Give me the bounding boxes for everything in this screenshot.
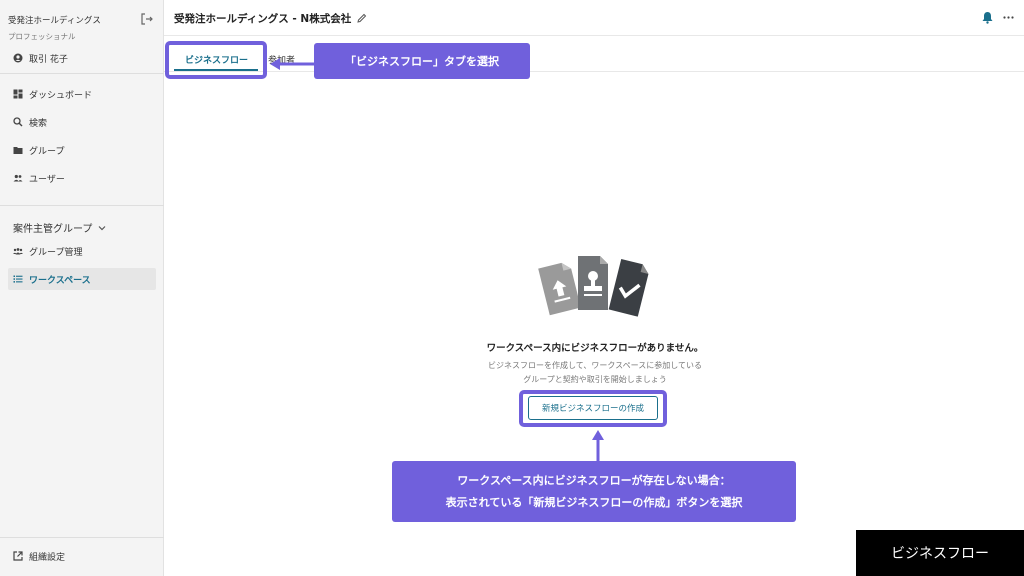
bell-icon[interactable] [981,11,994,24]
documents-illustration-icon [538,256,649,317]
sidebar-item-group-management[interactable]: グループ管理 [8,240,156,262]
sidebar-item-workspace[interactable]: ワークスペース [8,268,156,290]
more-icon[interactable] [1003,12,1014,23]
sidebar-item-users[interactable]: ユーザー [8,167,156,189]
page-title-text: 受発注ホールディングス - N株式会社 [174,13,352,25]
callout-tab: 「ビジネスフロー」タブを選択 [314,43,530,79]
arrow-left-icon [270,58,316,70]
pencil-icon[interactable] [356,13,367,24]
divider [0,73,164,74]
sidebar-item-org-settings[interactable]: 組織設定 [8,545,156,567]
sidebar-item-group[interactable]: グループ [8,139,156,161]
callout-button: ワークスペース内にビジネスフローが存在しない場合： 表示されている「新規ビジネス… [392,461,796,522]
empty-state-desc-line: ビジネスフローを作成して、ワークスペースに参加している [488,361,702,370]
divider [0,537,164,538]
sidebar-item-label: グループ管理 [29,247,83,258]
section-label: ビジネスフロー [856,530,1024,576]
sidebar-item-label: 検索 [29,118,48,129]
sidebar-item-label: ダッシュボード [29,90,93,101]
logout-icon[interactable] [140,12,154,26]
org-row: 受発注ホールディングス [8,12,154,26]
page-header: 受発注ホールディングス - N株式会社 [164,0,1024,36]
sidebar-item-label: グループ [29,146,65,157]
empty-state-title: ワークスペース内にビジネスフローがありません。 [486,343,704,354]
user-circle-icon [13,53,23,63]
folder-icon [13,147,23,154]
search-icon [13,117,23,127]
tab-highlight-box [165,41,267,79]
sidebar: 受発注ホールディングス プロフェッショナル 取引 花子 ダッシュボード 検索 グ… [0,0,164,576]
divider [0,205,164,206]
empty-state-description: ビジネスフローを作成して、ワークスペースに参加している グループと契約や取引を開… [400,359,790,387]
empty-state-desc-line: グループと契約や取引を開始しましょう [523,375,667,384]
org-name: 受発注ホールディングス [8,16,101,26]
callout-button-line: 表示されている「新規ビジネスフローの作成」ボタンを選択 [445,495,743,509]
sidebar-item-dashboard[interactable]: ダッシュボード [8,83,156,105]
chevron-down-icon [98,225,106,230]
button-highlight-box [519,390,667,427]
sidebar-user[interactable]: 取引 花子 [8,47,156,69]
page-title: 受発注ホールディングス - N株式会社 [174,11,367,26]
sidebar-item-label: 組織設定 [29,552,66,563]
dashboard-icon [13,89,23,99]
sidebar-user-label: 取引 花子 [29,54,68,65]
group-icon [13,248,23,255]
group-header[interactable]: 案件主管グループ [13,220,106,235]
external-link-icon [13,551,23,561]
sidebar-item-search[interactable]: 検索 [8,111,156,133]
plan-label: プロフェッショナル [8,32,76,41]
arrow-up-icon [592,430,604,462]
sidebar-item-label: ワークスペース [29,275,91,286]
list-icon [13,275,23,283]
sidebar-item-label: ユーザー [29,174,65,185]
group-header-label: 案件主管グループ [13,224,93,235]
callout-button-line: ワークスペース内にビジネスフローが存在しない場合： [457,473,731,487]
people-icon [13,174,23,182]
